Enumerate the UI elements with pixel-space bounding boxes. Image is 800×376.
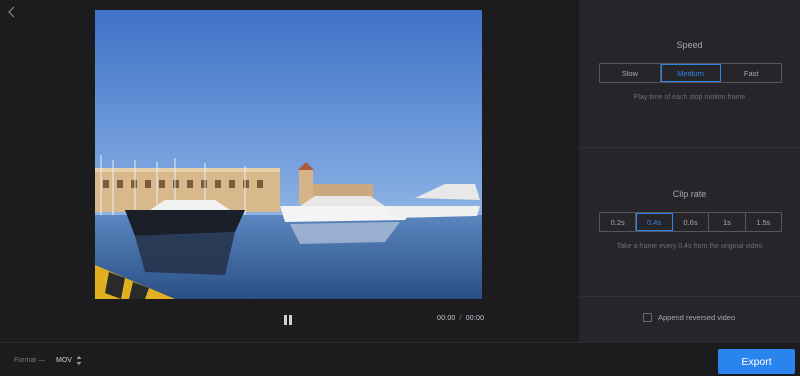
clip-rate-selector: 0.2s 0.4s 0.6s 1s 1.5s <box>599 212 782 232</box>
format-label: Format — <box>14 357 46 364</box>
format-select[interactable]: MOV <box>56 357 72 364</box>
speed-hint: Play time of each stop motion frame <box>633 94 746 101</box>
clip-rate-option-0-6s[interactable]: 0.6s <box>673 213 710 231</box>
duration-time: 00:00 <box>465 315 485 322</box>
timecode: 00:00/00:00 <box>437 315 484 322</box>
pause-icon[interactable] <box>280 312 296 328</box>
speed-option-slow[interactable]: Slow <box>600 64 661 82</box>
bottom-bar: Format — MOV Export <box>0 342 800 376</box>
time-separator: / <box>459 315 462 322</box>
preview-area: 00:00/00:00 <box>0 0 578 342</box>
updown-arrows-icon[interactable] <box>76 355 82 366</box>
speed-option-medium[interactable]: Medium <box>660 64 722 82</box>
marina-scene-image <box>95 10 482 299</box>
clip-rate-option-0-2s[interactable]: 0.2s <box>600 213 637 231</box>
current-time: 00:00 <box>437 315 456 322</box>
section-divider <box>579 296 800 297</box>
clip-rate-option-0-4s[interactable]: 0.4s <box>636 213 673 231</box>
append-reversed-label: Append reversed video <box>658 313 736 322</box>
export-button[interactable]: Export <box>718 349 795 374</box>
settings-panel: Speed Slow Medium Fast Play time of each… <box>579 0 800 342</box>
section-divider <box>579 147 800 148</box>
speed-option-fast[interactable]: Fast <box>721 64 781 82</box>
clip-rate-title: Clip rate <box>672 189 707 199</box>
speed-title: Speed <box>676 40 703 50</box>
clip-rate-option-1-5s[interactable]: 1.5s <box>746 213 781 231</box>
append-reversed-toggle[interactable]: Append reversed video <box>643 313 735 322</box>
clip-rate-option-1s[interactable]: 1s <box>709 213 746 231</box>
clip-rate-hint: Take a frame every 0.4s from the origina… <box>616 243 763 250</box>
append-reversed-checkbox[interactable] <box>643 313 652 322</box>
video-preview <box>95 10 482 299</box>
speed-selector: Slow Medium Fast <box>599 63 782 83</box>
chevron-left-icon[interactable] <box>6 5 18 19</box>
